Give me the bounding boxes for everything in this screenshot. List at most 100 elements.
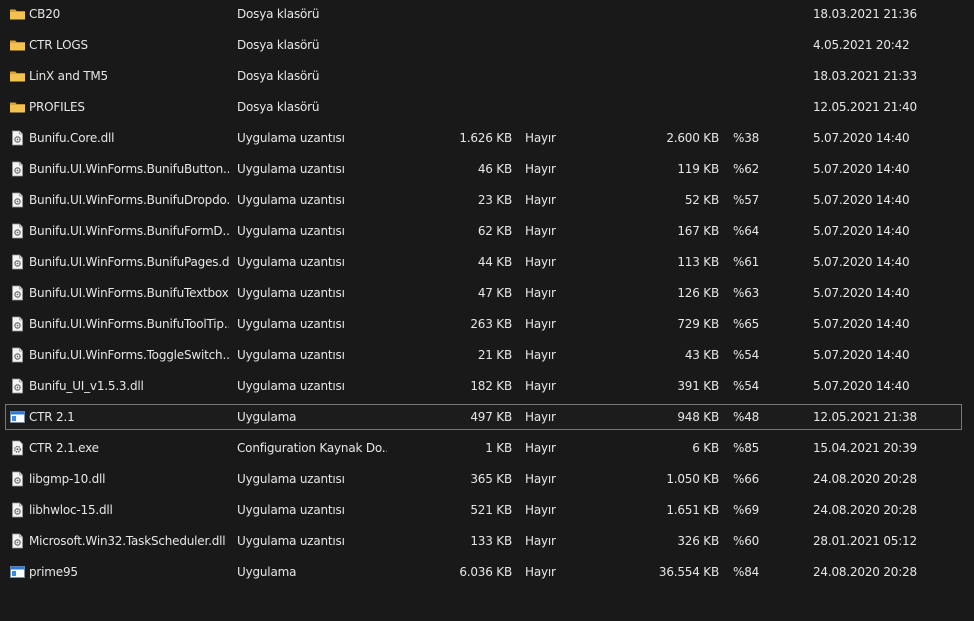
file-protected: Hayır bbox=[525, 534, 556, 548]
file-name: CB20 bbox=[29, 7, 61, 21]
file-protected bbox=[525, 95, 585, 119]
dll-file-icon bbox=[9, 192, 26, 208]
file-ratio: %64 bbox=[733, 224, 760, 238]
file-name: LinX and TM5 bbox=[29, 69, 108, 83]
file-ratio: %61 bbox=[733, 255, 760, 269]
file-row[interactable]: Bunifu.UI.WinForms.BunifuButton.... Uygul… bbox=[5, 156, 962, 182]
file-protected: Hayır bbox=[525, 286, 556, 300]
file-row[interactable]: Bunifu.UI.WinForms.ToggleSwitch.... Uygul… bbox=[5, 342, 962, 368]
file-compressed-size bbox=[396, 2, 512, 26]
file-type: Uygulama uzantısı bbox=[237, 131, 345, 145]
file-date: 24.08.2020 20:28 bbox=[813, 472, 917, 486]
file-ratio: %66 bbox=[733, 472, 760, 486]
file-size: 948 KB bbox=[677, 410, 719, 424]
file-row[interactable]: Bunifu.UI.WinForms.BunifuTextbox... Uygul… bbox=[5, 280, 962, 306]
file-ratio: %62 bbox=[733, 162, 760, 176]
file-compressed-size: 497 KB bbox=[470, 410, 512, 424]
file-date: 5.07.2020 14:40 bbox=[813, 131, 910, 145]
file-protected: Hayır bbox=[525, 255, 556, 269]
file-name: PROFILES bbox=[29, 100, 85, 114]
file-name: Bunifu_UI_v1.5.3.dll bbox=[29, 379, 144, 393]
file-ratio: %65 bbox=[733, 317, 760, 331]
file-row[interactable]: CTR 2.1.exe Configuration Kaynak Do... 1 K… bbox=[5, 435, 962, 461]
file-type: Uygulama uzantısı bbox=[237, 534, 345, 548]
file-size: 326 KB bbox=[677, 534, 719, 548]
file-size: 167 KB bbox=[677, 224, 719, 238]
file-ratio: %63 bbox=[733, 286, 760, 300]
file-protected bbox=[525, 64, 585, 88]
file-row[interactable]: Bunifu.UI.WinForms.BunifuFormD... Uygulam… bbox=[5, 218, 962, 244]
file-size: 2.600 KB bbox=[666, 131, 719, 145]
config-file-icon bbox=[9, 440, 26, 456]
file-compressed-size bbox=[396, 64, 512, 88]
file-ratio: %54 bbox=[733, 379, 760, 393]
file-date: 18.03.2021 21:33 bbox=[813, 69, 917, 83]
file-row[interactable]: Bunifu.UI.WinForms.BunifuDropdo... Uygula… bbox=[5, 187, 962, 213]
file-row[interactable]: Bunifu.UI.WinForms.BunifuPages.dll Uygula… bbox=[5, 249, 962, 275]
file-protected: Hayır bbox=[525, 317, 556, 331]
dll-file-icon bbox=[9, 316, 26, 332]
file-date: 24.08.2020 20:28 bbox=[813, 503, 917, 517]
file-row[interactable]: Bunifu.UI.WinForms.BunifuToolTip.... Uygu… bbox=[5, 311, 962, 337]
file-name: CTR LOGS bbox=[29, 38, 88, 52]
file-ratio: %69 bbox=[733, 503, 760, 517]
file-name: CTR 2.1.exe bbox=[29, 441, 99, 455]
file-date: 5.07.2020 14:40 bbox=[813, 348, 910, 362]
file-row[interactable]: LinX and TM5 Dosya klasörü 18.03.2021 21:3… bbox=[5, 63, 962, 89]
file-protected: Hayır bbox=[525, 348, 556, 362]
file-name: Microsoft.Win32.TaskScheduler.dll bbox=[29, 534, 226, 548]
file-date: 12.05.2021 21:38 bbox=[813, 410, 917, 424]
folder-icon bbox=[9, 68, 26, 84]
file-compressed-size: 62 KB bbox=[477, 224, 512, 238]
file-row[interactable]: Microsoft.Win32.TaskScheduler.dll Uygulam… bbox=[5, 528, 962, 554]
dll-file-icon bbox=[9, 285, 26, 301]
file-size: 1.651 KB bbox=[666, 503, 719, 517]
file-row[interactable]: CB20 Dosya klasörü 18.03.2021 21:36 bbox=[5, 1, 962, 27]
file-size bbox=[601, 33, 719, 57]
dll-file-icon bbox=[9, 533, 26, 549]
file-protected bbox=[525, 33, 585, 57]
file-type: Uygulama uzantısı bbox=[237, 348, 345, 362]
file-date: 4.05.2021 20:42 bbox=[813, 38, 910, 52]
dll-file-icon bbox=[9, 471, 26, 487]
file-type: Configuration Kaynak Do... bbox=[237, 441, 387, 455]
file-size: 1.050 KB bbox=[666, 472, 719, 486]
folder-icon bbox=[9, 99, 26, 115]
file-row[interactable]: libhwloc-15.dll Uygulama uzantısı 521 KB Ha… bbox=[5, 497, 962, 523]
file-size bbox=[601, 2, 719, 26]
folder-icon bbox=[9, 6, 26, 22]
file-date: 18.03.2021 21:36 bbox=[813, 7, 917, 21]
file-type: Dosya klasörü bbox=[237, 100, 320, 114]
file-size: 36.554 KB bbox=[658, 565, 719, 579]
file-name: Bunifu.UI.WinForms.ToggleSwitch.... bbox=[29, 348, 229, 362]
file-date: 28.01.2021 05:12 bbox=[813, 534, 917, 548]
file-row[interactable]: Bunifu.Core.dll Uygulama uzantısı 1.626 KB… bbox=[5, 125, 962, 151]
file-protected: Hayır bbox=[525, 441, 556, 455]
application-icon bbox=[9, 564, 26, 580]
file-size bbox=[601, 64, 719, 88]
dll-file-icon bbox=[9, 378, 26, 394]
file-type: Dosya klasörü bbox=[237, 38, 320, 52]
file-protected: Hayır bbox=[525, 503, 556, 517]
file-compressed-size: 521 KB bbox=[470, 503, 512, 517]
file-row[interactable]: PROFILES Dosya klasörü 12.05.2021 21:40 bbox=[5, 94, 962, 120]
file-protected bbox=[525, 2, 585, 26]
file-date: 5.07.2020 14:40 bbox=[813, 193, 910, 207]
file-row[interactable]: CTR 2.1 Uygulama 497 KB Hayır 948 KB %48 12.05… bbox=[5, 404, 962, 430]
file-row[interactable]: prime95 Uygulama 6.036 KB Hayır 36.554 KB %84… bbox=[5, 559, 962, 585]
dll-file-icon bbox=[9, 347, 26, 363]
file-compressed-size: 263 KB bbox=[470, 317, 512, 331]
file-protected: Hayır bbox=[525, 379, 556, 393]
file-name: Bunifu.UI.WinForms.BunifuButton.... bbox=[29, 162, 229, 176]
file-row[interactable]: libgmp-10.dll Uygulama uzantısı 365 KB Hayı… bbox=[5, 466, 962, 492]
file-compressed-size bbox=[396, 33, 512, 57]
file-size: 119 KB bbox=[677, 162, 719, 176]
file-row[interactable]: Bunifu_UI_v1.5.3.dll Uygulama uzantısı 182… bbox=[5, 373, 962, 399]
file-type: Uygulama uzantısı bbox=[237, 503, 345, 517]
file-protected: Hayır bbox=[525, 565, 556, 579]
file-type: Uygulama uzantısı bbox=[237, 472, 345, 486]
file-protected: Hayır bbox=[525, 162, 556, 176]
file-compressed-size: 133 KB bbox=[470, 534, 512, 548]
file-size: 113 KB bbox=[677, 255, 719, 269]
file-row[interactable]: CTR LOGS Dosya klasörü 4.05.2021 20:42 bbox=[5, 32, 962, 58]
